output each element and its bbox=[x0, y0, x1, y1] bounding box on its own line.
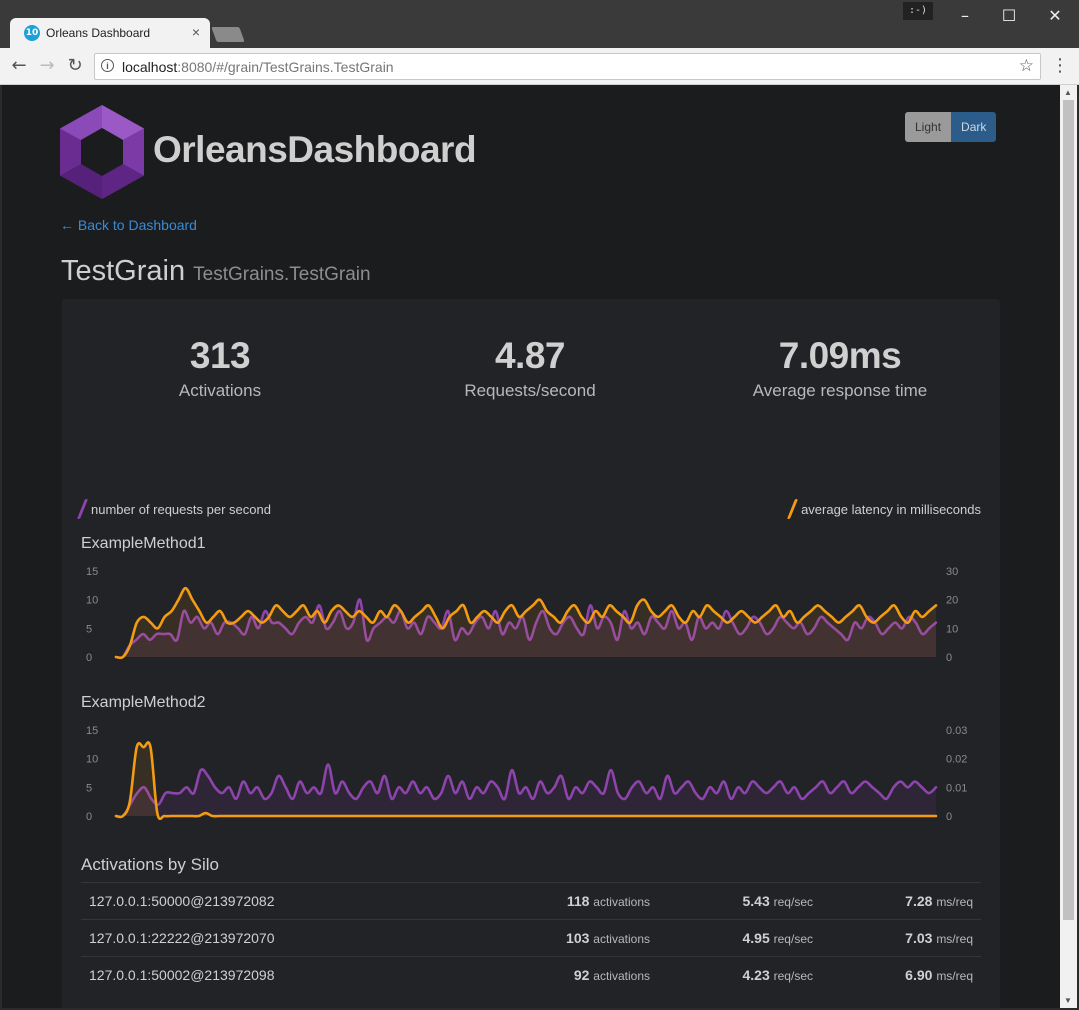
silo-activations: 118 activations bbox=[485, 882, 650, 920]
brand-title: OrleansDashboard bbox=[153, 129, 477, 170]
y-left-tick-label: 15 bbox=[86, 725, 98, 737]
tab-close-icon[interactable]: × bbox=[192, 24, 200, 40]
y-left-tick-label: 15 bbox=[86, 566, 98, 578]
table-row: 127.0.0.1:22222@213972070 103 activations… bbox=[81, 919, 981, 957]
browser-menu-icon[interactable]: ⋮ bbox=[1050, 55, 1070, 77]
scroll-down-icon[interactable]: ▼ bbox=[1064, 996, 1072, 1005]
silo-activations: 103 activations bbox=[485, 919, 650, 957]
browser-titlebar: 10 Orleans Dashboard × :-) – ☐ ✕ bbox=[0, 0, 1079, 50]
dashboard-page: OrleansDashboard Light Dark ← Back to Da… bbox=[2, 85, 1060, 1008]
legend-requests-swatch bbox=[76, 499, 89, 519]
legend-latency: average latency in milliseconds bbox=[787, 499, 981, 519]
y-left-tick-label: 10 bbox=[86, 595, 98, 607]
browser-tab[interactable]: 10 Orleans Dashboard × bbox=[10, 18, 210, 48]
silo-address-link[interactable]: 127.0.0.1:22222@213972070 bbox=[81, 919, 485, 957]
orleans-favicon-icon: 10 bbox=[24, 25, 40, 41]
stat-requests-per-second: 4.87 Requests/second bbox=[380, 335, 680, 401]
bookmark-star-icon[interactable]: ☆ bbox=[1019, 56, 1034, 76]
table-row: 127.0.0.1:50002@213972098 92 activations 4… bbox=[81, 956, 981, 993]
page-scrollbar[interactable]: ▲ ▼ bbox=[1060, 85, 1077, 1008]
stat-label: Activations bbox=[178, 381, 262, 400]
latency-area bbox=[116, 588, 936, 658]
chart-title-method2: ExampleMethod2 bbox=[81, 694, 206, 711]
theme-toggle: Light Dark bbox=[905, 112, 997, 142]
y-left-tick-label: 5 bbox=[86, 782, 92, 794]
silo-activations: 92 activations bbox=[485, 956, 650, 993]
y-left-tick-label: 0 bbox=[86, 652, 92, 661]
silo-requests: 5.43 req/sec bbox=[650, 882, 813, 920]
chart-method2: 15 10 5 0 0.03 0.02 0.01 0 bbox=[86, 725, 967, 820]
y-right-tick-label: 10 bbox=[946, 623, 958, 635]
stat-label: Average response time bbox=[752, 381, 928, 400]
silo-address-link[interactable]: 127.0.0.1:50002@213972098 bbox=[81, 956, 485, 993]
profile-badge[interactable]: :-) bbox=[903, 2, 933, 20]
reload-icon[interactable]: ↻ bbox=[64, 55, 86, 77]
legend-latency-label: average latency in milliseconds bbox=[801, 502, 981, 517]
back-arrow-icon[interactable]: ← bbox=[8, 55, 30, 77]
y-right-tick-label: 30 bbox=[946, 566, 958, 578]
scrollbar-thumb[interactable] bbox=[1063, 100, 1074, 920]
y-left-tick-label: 5 bbox=[86, 623, 92, 635]
legend-latency-swatch bbox=[787, 499, 799, 519]
y-right-tick-label: 20 bbox=[946, 595, 958, 607]
silo-requests: 4.95 req/sec bbox=[650, 919, 813, 957]
scroll-up-icon[interactable]: ▲ bbox=[1064, 88, 1072, 97]
y-right-tick-label: 0.01 bbox=[946, 782, 967, 794]
grain-name: TestGrain bbox=[61, 255, 186, 287]
legend-requests-label: number of requests per second bbox=[91, 502, 271, 517]
stat-label: Requests/second bbox=[464, 381, 596, 400]
close-window-icon[interactable]: ✕ bbox=[1040, 6, 1070, 26]
minimize-icon[interactable]: – bbox=[950, 6, 980, 26]
stat-value: 313 bbox=[189, 335, 251, 376]
silo-table: 127.0.0.1:50000@213972082 118 activations… bbox=[81, 882, 981, 993]
light-theme-button[interactable]: Light bbox=[905, 112, 952, 142]
y-right-tick-label: 0.02 bbox=[946, 754, 967, 766]
info-icon[interactable]: i bbox=[101, 59, 114, 72]
page-title: TestGrain TestGrains.TestGrain bbox=[61, 255, 371, 288]
grain-type: TestGrains.TestGrain bbox=[193, 264, 371, 285]
silo-latency: 7.28 ms/req bbox=[813, 882, 981, 920]
silo-address-link[interactable]: 127.0.0.1:50000@213972082 bbox=[81, 882, 485, 920]
y-left-tick-label: 10 bbox=[86, 754, 98, 766]
chart-method1: 15 10 5 0 30 20 10 0 bbox=[86, 566, 958, 661]
y-left-tick-label: 0 bbox=[86, 811, 92, 820]
chart-title-method1: ExampleMethod1 bbox=[81, 535, 206, 552]
browser-toolbar: ← → ↻ i localhost:8080/#/grain/TestGrain… bbox=[0, 48, 1079, 85]
back-to-dashboard-link[interactable]: ← Back to Dashboard bbox=[60, 217, 197, 233]
url-text[interactable]: localhost:8080/#/grain/TestGrains.TestGr… bbox=[122, 59, 394, 75]
orleans-logo-icon bbox=[60, 105, 144, 199]
y-right-tick-label: 0.03 bbox=[946, 725, 967, 737]
stat-value: 4.87 bbox=[494, 335, 566, 376]
address-bar[interactable]: i localhost:8080/#/grain/TestGrains.Test… bbox=[94, 53, 1041, 80]
y-right-tick-label: 0 bbox=[946, 652, 952, 661]
silo-requests: 4.23 req/sec bbox=[650, 956, 813, 993]
table-row: 127.0.0.1:50000@213972082 118 activations… bbox=[81, 882, 981, 920]
forward-arrow-icon[interactable]: → bbox=[36, 55, 58, 77]
dark-theme-button[interactable]: Dark bbox=[951, 112, 997, 142]
activations-by-silo-title: Activations by Silo bbox=[81, 855, 219, 874]
stat-activations: 313 Activations bbox=[70, 335, 370, 401]
tab-title: Orleans Dashboard bbox=[46, 26, 151, 40]
grain-panel: 313 Activations 4.87 Requests/second 7.0… bbox=[62, 299, 1000, 1008]
silo-latency: 6.90 ms/req bbox=[813, 956, 981, 993]
y-right-tick-label: 0 bbox=[946, 811, 952, 820]
legend-requests: number of requests per second bbox=[76, 499, 271, 519]
silo-latency: 7.03 ms/req bbox=[813, 919, 981, 957]
new-tab-button[interactable] bbox=[211, 27, 245, 42]
stat-average-response-time: 7.09ms Average response time bbox=[690, 335, 990, 401]
maximize-icon[interactable]: ☐ bbox=[994, 6, 1024, 26]
stat-value: 7.09ms bbox=[778, 335, 902, 376]
